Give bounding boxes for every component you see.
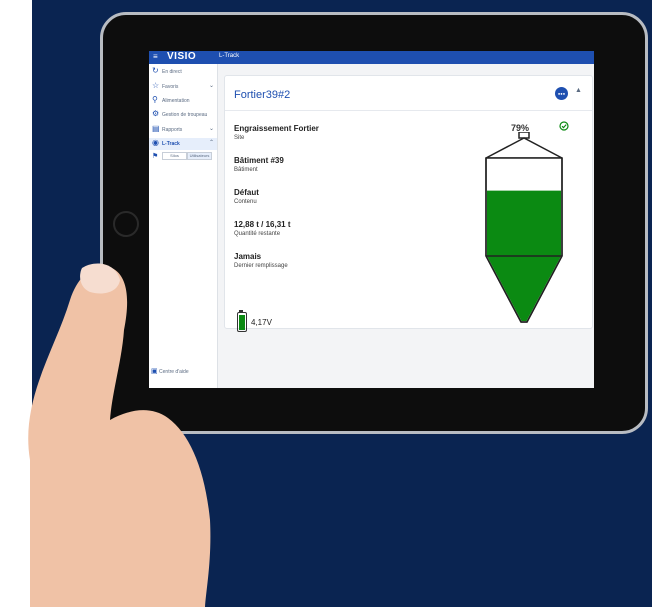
sidebar-item-rapports[interactable]: ▤ Rapports ⌄	[149, 124, 217, 136]
sidebar-item-alimentation[interactable]: ⚲ Alimentation	[149, 95, 217, 107]
field-value: 12,88 t / 16,31 t	[234, 220, 291, 229]
herd-icon: ⚙	[152, 109, 160, 118]
chevron-up-icon: ⌃	[208, 140, 214, 146]
field-label: Contenu	[234, 199, 257, 205]
help-label: Centre d'aide	[159, 369, 189, 375]
camera-icon	[113, 211, 139, 237]
app-logo: VISIO	[167, 51, 197, 62]
ltrack-icon: ◉	[152, 138, 159, 147]
field-label: Bâtiment	[234, 167, 258, 173]
field-value: Jamais	[234, 252, 262, 261]
top-bar: ≡ VISIO L-Track	[149, 51, 594, 64]
help-icon: ▣	[151, 368, 158, 375]
sidebar-item-favoris[interactable]: ☆ Favoris ⌄	[149, 81, 217, 93]
segment-silos[interactable]: Silos	[162, 152, 187, 160]
ok-check-icon	[559, 121, 569, 131]
battery-voltage: 4,17V	[251, 318, 272, 327]
field-value: Bâtiment #39	[234, 156, 284, 165]
sidebar-item-label: L-Track	[162, 141, 180, 147]
field-batiment: Bâtiment #39 Bâtiment	[234, 156, 284, 173]
card-header: Fortier39#2 ●●● ▲	[225, 76, 592, 111]
chevron-up-icon[interactable]: ▲	[575, 87, 582, 94]
field-value: Engraissement Fortier	[234, 124, 319, 133]
avatar[interactable]: ●●●	[555, 87, 568, 100]
sidebar-item-label: Favoris	[162, 84, 179, 90]
menu-icon[interactable]: ≡	[153, 52, 158, 61]
sidebar-item-label: Alimentation	[162, 98, 190, 104]
page-title: Fortier39#2	[234, 89, 291, 101]
flag-icon: ⚑	[152, 153, 159, 160]
chevron-down-icon: ⌄	[208, 126, 214, 132]
field-value: Défaut	[234, 188, 259, 197]
battery-icon	[237, 312, 247, 332]
sidebar-item-label: En direct	[162, 69, 182, 75]
sidebar-item-l-track[interactable]: ◉ L-Track ⌃	[149, 138, 217, 150]
field-label: Site	[234, 135, 245, 141]
chevron-down-icon: ⌄	[208, 83, 214, 89]
sidebar-item-gestion-de-troupeau[interactable]: ⚙ Gestion de troupeau	[149, 109, 217, 121]
report-icon: ▤	[152, 124, 160, 133]
field-quantite: 12,88 t / 16,31 t Quantité restante	[234, 220, 290, 237]
help-center-link[interactable]: ▣ Centre d'aide	[151, 367, 189, 375]
segment-utilisateurs[interactable]: Utilisateurs	[187, 152, 212, 160]
breadcrumb[interactable]: L-Track	[219, 53, 239, 59]
field-contenu: Défaut Contenu	[234, 188, 259, 205]
feed-icon: ⚲	[152, 95, 158, 104]
field-label: Quantité restante	[234, 231, 281, 237]
star-icon: ☆	[152, 81, 160, 90]
field-remplissage: Jamais Dernier remplissage	[234, 252, 288, 269]
sidebar-item-en-direct[interactable]: ↻ En direct	[149, 66, 217, 78]
silo-graphic	[485, 132, 563, 323]
sidebar: ↻ En direct ☆ Favoris ⌄ ⚲ Alimentation ⚙…	[149, 64, 218, 388]
battery-fill	[239, 315, 245, 330]
segment-control: Silos Utilisateurs	[162, 152, 212, 160]
sidebar-item-label: Gestion de troupeau	[162, 112, 208, 118]
field-site: Engraissement Fortier Site	[234, 124, 319, 141]
live-icon: ↻	[152, 66, 159, 75]
app-screen: ≡ VISIO L-Track ↻ En direct ☆ Favoris ⌄ …	[149, 51, 594, 388]
sidebar-item-label: Rapports	[162, 127, 183, 133]
silo-card: Fortier39#2 ●●● ▲ Engraissement Fortier …	[224, 75, 593, 332]
field-label: Dernier remplissage	[234, 263, 288, 269]
